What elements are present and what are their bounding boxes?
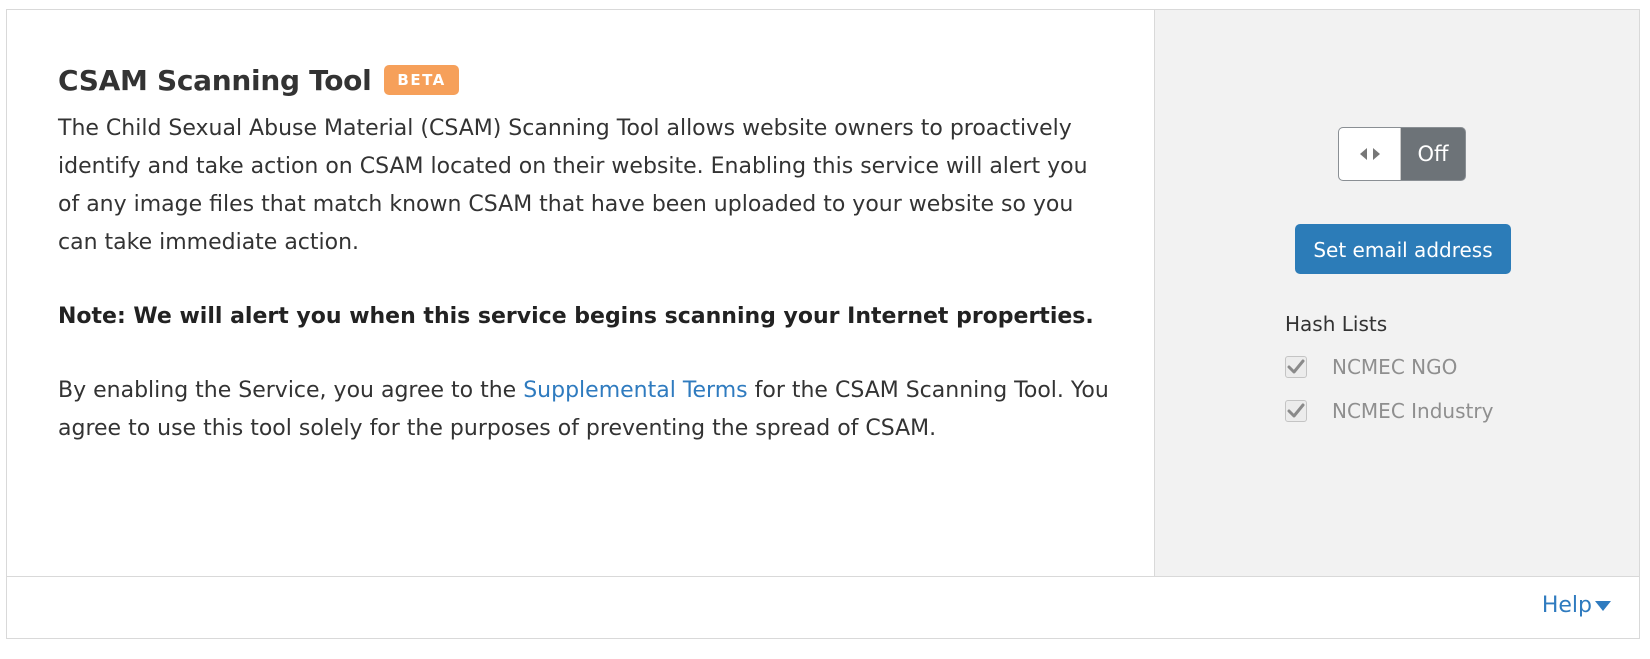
arrows-left-right-icon bbox=[1359, 148, 1380, 160]
supplemental-terms-link[interactable]: Supplemental Terms bbox=[523, 378, 747, 403]
csam-description-panel: CSAM Scanning Tool BETA The Child Sexual… bbox=[7, 10, 1154, 576]
help-toggle[interactable]: Help bbox=[1542, 593, 1611, 618]
caret-down-icon bbox=[1595, 600, 1611, 611]
hash-list-item-ncmec-industry: NCMEC Industry bbox=[1285, 399, 1493, 423]
hash-lists-title: Hash Lists bbox=[1285, 312, 1388, 336]
toggle-state-label: Off bbox=[1417, 142, 1449, 166]
toggle-knob[interactable] bbox=[1339, 128, 1401, 180]
set-email-button[interactable]: Set email address bbox=[1295, 224, 1511, 274]
description-text: The Child Sexual Abuse Material (CSAM) S… bbox=[58, 116, 1088, 255]
ncmec-industry-checkbox[interactable] bbox=[1285, 400, 1307, 422]
note-text: Note: We will alert you when this servic… bbox=[58, 304, 1094, 329]
page-title: CSAM Scanning Tool bbox=[58, 63, 372, 97]
settings-sidebar: Off Set email address Hash Lists NCMEC N… bbox=[1154, 10, 1639, 576]
hash-list-item-ncmec-ngo: NCMEC NGO bbox=[1285, 355, 1457, 379]
checkmark-icon bbox=[1287, 403, 1305, 418]
card-footer: Help bbox=[7, 576, 1639, 638]
enable-toggle[interactable]: Off bbox=[1338, 127, 1466, 181]
help-label: Help bbox=[1541, 593, 1592, 618]
beta-badge: BETA bbox=[384, 65, 459, 95]
terms-text: By enabling the Service, you agree to th… bbox=[58, 372, 1118, 448]
title-row: CSAM Scanning Tool BETA bbox=[58, 60, 1104, 100]
csam-settings-card: CSAM Scanning Tool BETA The Child Sexual… bbox=[6, 9, 1640, 639]
ncmec-ngo-checkbox[interactable] bbox=[1285, 356, 1307, 378]
terms-text-before: By enabling the Service, you agree to th… bbox=[58, 378, 524, 403]
hash-list-label: NCMEC Industry bbox=[1332, 399, 1494, 423]
hash-list-label: NCMEC NGO bbox=[1332, 355, 1458, 379]
checkmark-icon bbox=[1287, 359, 1305, 374]
